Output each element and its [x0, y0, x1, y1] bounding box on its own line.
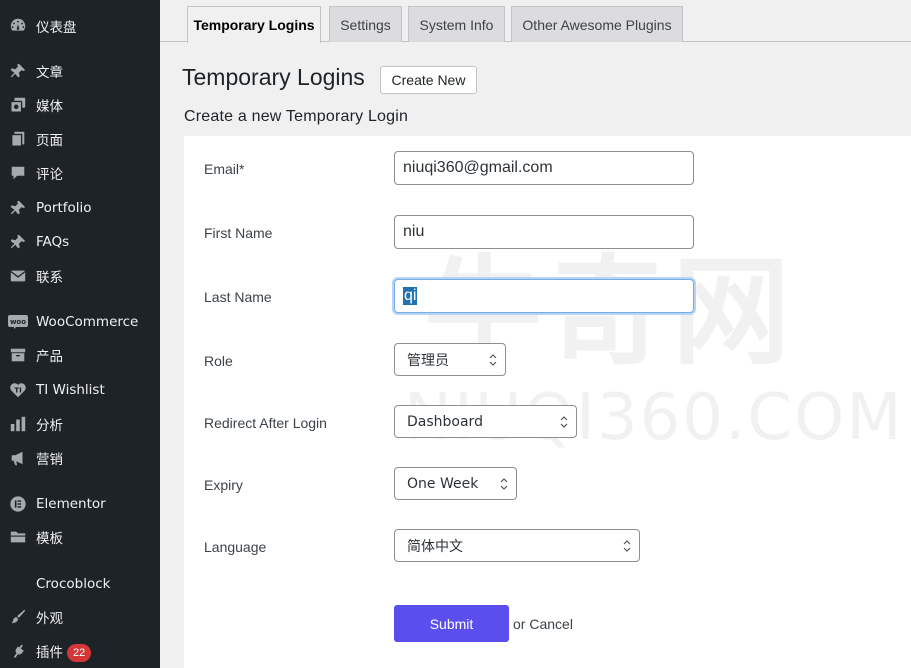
sidebar-item-elementor[interactable]: Elementor	[0, 489, 160, 519]
sidebar-item-label: Elementor	[36, 496, 106, 512]
sidebar-item-contact[interactable]: 联系	[0, 261, 160, 291]
select-arrows-icon	[623, 540, 631, 552]
sidebar-item-products[interactable]: 产品	[0, 340, 160, 370]
comment-icon	[8, 163, 28, 183]
sidebar-item-label: FAQs	[36, 234, 70, 250]
sidebar-item-label: 媒体	[36, 99, 63, 115]
sidebar-item-dashboard[interactable]: 仪表盘	[0, 11, 160, 41]
or-text: or	[513, 616, 526, 632]
email-label: Email*	[204, 161, 245, 177]
role-label: Role	[204, 353, 233, 369]
sidebar-item-woocommerce[interactable]: woo WooCommerce	[0, 307, 160, 337]
language-select[interactable]: 简体中文	[394, 529, 640, 562]
heart-icon: TI	[8, 380, 28, 400]
last-name-field[interactable]: qi	[394, 279, 694, 313]
role-select[interactable]: 管理员	[394, 343, 506, 376]
select-arrows-icon	[560, 416, 568, 428]
last-name-value: qi	[403, 287, 418, 305]
sidebar-item-label-wrap: 插件 22	[36, 641, 92, 662]
pin-icon	[8, 61, 28, 81]
woo-icon: woo	[8, 312, 28, 332]
folder-icon	[8, 527, 28, 547]
temporary-login-form: 牛奇网 NIUQI360.COM Email* niuqi360@gmail.c…	[184, 136, 911, 668]
tab-temporary-logins[interactable]: Temporary Logins	[187, 6, 321, 43]
sidebar-item-plugins[interactable]: 插件 22	[0, 636, 160, 666]
sidebar-item-pages[interactable]: 页面	[0, 124, 160, 154]
tab-settings[interactable]: Settings	[329, 6, 402, 42]
last-name-label: Last Name	[204, 289, 272, 305]
update-count-badge: 22	[67, 643, 92, 662]
admin-sidebar: 仪表盘 文章 媒体 页面 评论 Portfolio FAQs 联系 woo Wo…	[0, 0, 160, 668]
select-arrows-icon	[489, 354, 497, 366]
create-new-button[interactable]: Create New	[380, 66, 477, 94]
main-content: Temporary Logins Settings System Info Ot…	[160, 0, 911, 668]
sidebar-item-label: 插件	[36, 644, 63, 661]
sidebar-item-faqs[interactable]: FAQs	[0, 227, 160, 257]
sidebar-item-label: 外观	[36, 611, 63, 627]
sidebar-item-label: 分析	[36, 418, 63, 434]
tab-other-awesome-plugins[interactable]: Other Awesome Plugins	[511, 6, 683, 42]
first-name-value: niu	[403, 223, 425, 240]
pin-icon	[8, 232, 28, 252]
select-arrows-icon	[500, 478, 508, 490]
brush-icon	[8, 607, 28, 627]
email-field[interactable]: niuqi360@gmail.com	[394, 151, 694, 185]
plugin-icon	[8, 641, 28, 661]
email-value: niuqi360@gmail.com	[403, 159, 553, 176]
sidebar-item-analytics[interactable]: 分析	[0, 409, 160, 439]
sidebar-item-label: 营销	[36, 452, 63, 468]
sidebar-item-label: 文章	[36, 65, 63, 81]
dashboard-icon	[8, 16, 28, 36]
sidebar-item-media[interactable]: 媒体	[0, 90, 160, 120]
page-title: Temporary Logins	[182, 64, 365, 90]
sidebar-item-label: Portfolio	[36, 200, 92, 216]
first-name-field[interactable]: niu	[394, 215, 694, 249]
sidebar-item-crocoblock[interactable]: Crocoblock	[0, 569, 160, 599]
sidebar-item-posts[interactable]: 文章	[0, 56, 160, 86]
or-cancel-text: or Cancel	[513, 616, 573, 632]
language-label: Language	[204, 539, 267, 555]
sidebar-item-label: WooCommerce	[36, 314, 139, 330]
sidebar-item-label: 产品	[36, 349, 63, 365]
nav-tab-wrapper: Temporary Logins Settings System Info Ot…	[160, 0, 911, 43]
first-name-label: First Name	[204, 225, 273, 241]
sidebar-item-label: 仪表盘	[36, 20, 77, 36]
sidebar-item-label: TI Wishlist	[36, 382, 105, 398]
archive-icon	[8, 345, 28, 365]
cancel-link[interactable]: Cancel	[529, 616, 573, 632]
redirect-value: Dashboard	[407, 413, 483, 430]
expiry-select[interactable]: One Week	[394, 467, 517, 500]
sidebar-item-comments[interactable]: 评论	[0, 158, 160, 188]
chart-icon	[8, 414, 28, 434]
mail-icon	[8, 266, 28, 286]
expiry-value: One Week	[407, 475, 479, 492]
sidebar-item-ti-wishlist[interactable]: TI TI Wishlist	[0, 375, 160, 405]
elementor-icon	[8, 494, 28, 514]
svg-text:TI: TI	[14, 386, 22, 395]
sidebar-item-appearance[interactable]: 外观	[0, 602, 160, 632]
form-subtitle: Create a new Temporary Login	[184, 108, 409, 125]
pages-icon	[8, 129, 28, 149]
redirect-label: Redirect After Login	[204, 415, 327, 431]
sidebar-item-label: 页面	[36, 133, 63, 149]
role-value: 管理员	[407, 352, 449, 369]
sidebar-item-label: 模板	[36, 531, 63, 547]
sidebar-item-label: Crocoblock	[36, 576, 111, 592]
sidebar-item-label: 联系	[36, 270, 63, 286]
expiry-label: Expiry	[204, 477, 243, 493]
megaphone-icon	[8, 448, 28, 468]
redirect-select[interactable]: Dashboard	[394, 405, 577, 438]
submit-button[interactable]: Submit	[394, 605, 509, 642]
sidebar-item-marketing[interactable]: 营销	[0, 443, 160, 473]
sidebar-item-portfolio[interactable]: Portfolio	[0, 193, 160, 223]
sidebar-item-templates[interactable]: 模板	[0, 522, 160, 552]
svg-text:woo: woo	[10, 318, 26, 326]
language-value: 简体中文	[407, 538, 463, 555]
pin-icon	[8, 198, 28, 218]
tab-system-info[interactable]: System Info	[408, 6, 505, 42]
sidebar-item-label: 评论	[36, 167, 63, 183]
media-icon	[8, 95, 28, 115]
